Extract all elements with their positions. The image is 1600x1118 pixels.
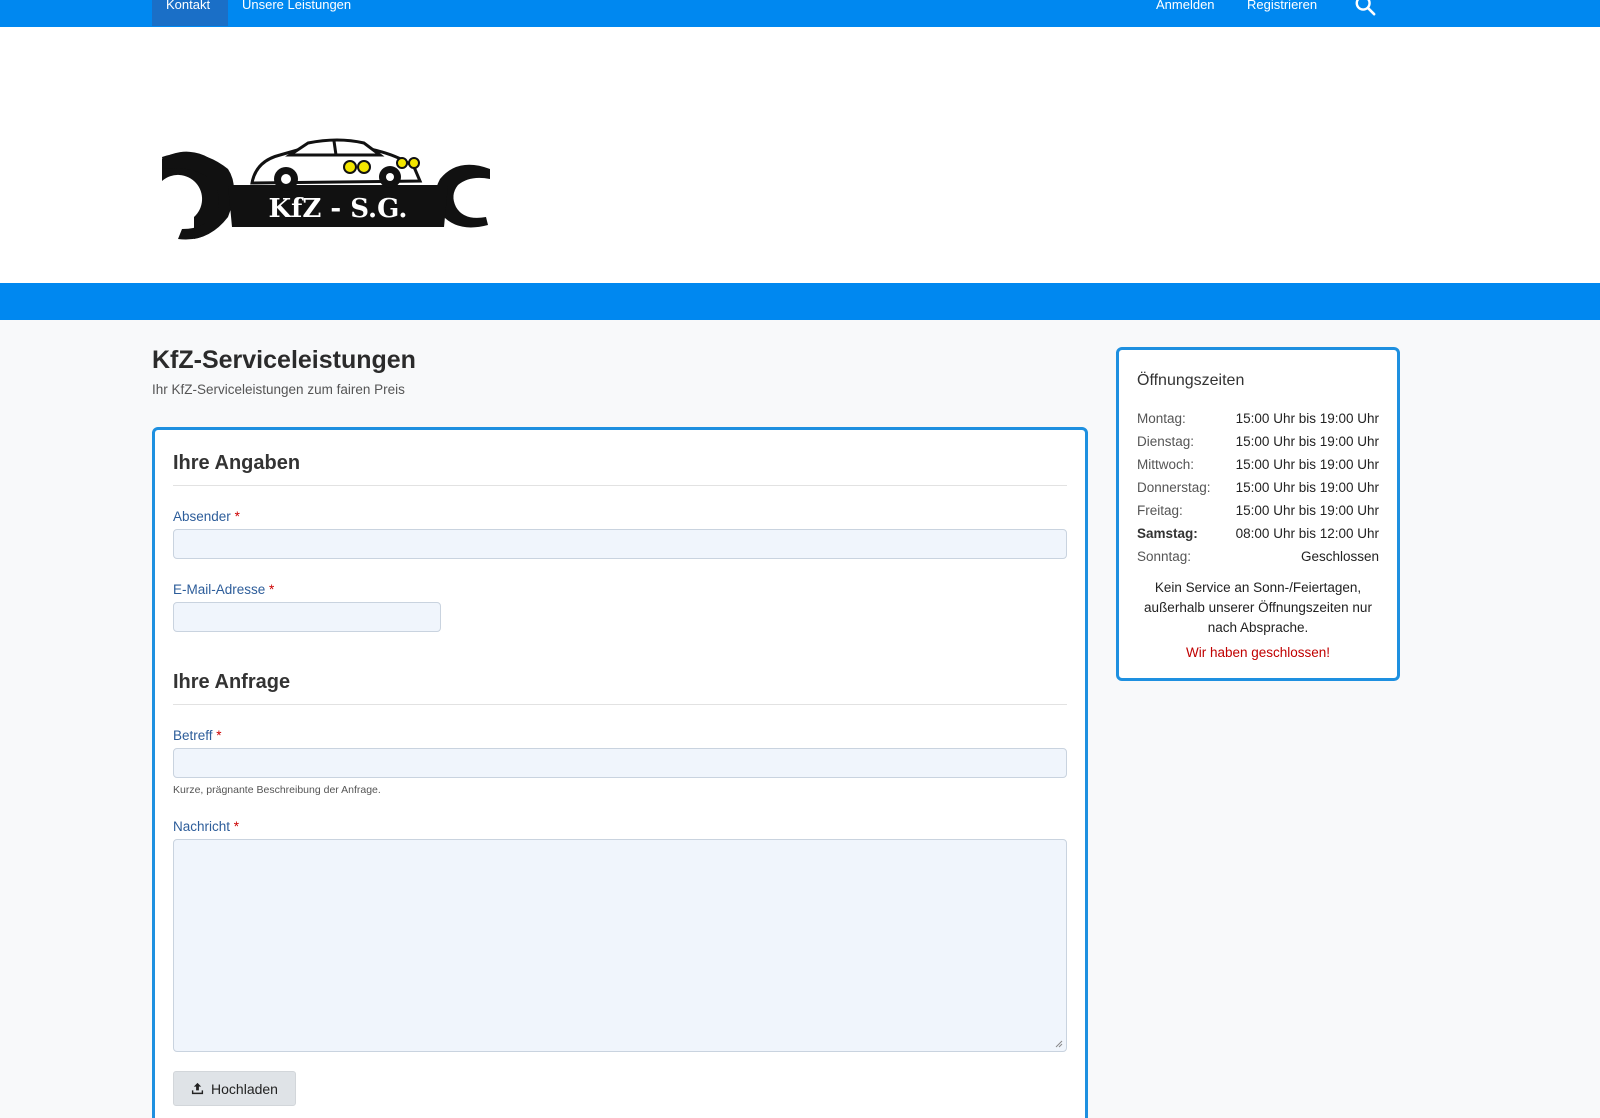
betreff-input[interactable]: [173, 748, 1067, 778]
resize-grip-icon[interactable]: [1055, 1040, 1063, 1048]
hours-day: Samstag:: [1137, 526, 1198, 541]
required-mark: *: [216, 728, 222, 743]
betreff-label: Betreff *: [173, 728, 222, 743]
nav-registrieren[interactable]: Registrieren: [1247, 0, 1317, 26]
hours-row-today: Samstag: 08:00 Uhr bis 12:00 Uhr: [1137, 526, 1379, 546]
required-mark: *: [269, 582, 275, 597]
search-icon[interactable]: [1354, 0, 1376, 16]
hours-row: Montag: 15:00 Uhr bis 19:00 Uhr: [1137, 411, 1379, 431]
section-title-anfrage: Ihre Anfrage: [173, 671, 291, 693]
hours-row: Freitag: 15:00 Uhr bis 19:00 Uhr: [1137, 503, 1379, 523]
hours-time: 15:00 Uhr bis 19:00 Uhr: [1235, 457, 1379, 472]
open-status-text: Wir haben geschlossen!: [1185, 645, 1331, 660]
hours-time: 15:00 Uhr bis 19:00 Uhr: [1235, 480, 1379, 495]
upload-icon: [191, 1082, 204, 1095]
kfz-sg-logo[interactable]: KfZ - S.G.: [158, 117, 494, 247]
email-label: E-Mail-Adresse *: [173, 582, 275, 597]
hours-time: 15:00 Uhr bis 19:00 Uhr: [1235, 434, 1379, 449]
hours-time: 15:00 Uhr bis 19:00 Uhr: [1235, 503, 1379, 518]
page-subtitle: Ihr KfZ-Serviceleistungen zum fairen Pre…: [152, 382, 405, 397]
hours-day: Dienstag:: [1137, 434, 1195, 449]
top-navbar: Kontakt Unsere Leistungen Anmelden Regis…: [0, 0, 1600, 27]
required-mark: *: [233, 819, 240, 834]
section-divider: [173, 704, 1067, 705]
header-blue-bar: [0, 283, 1600, 320]
contact-form-card: Ihre Angaben Absender * E-Mail-Adresse *…: [152, 427, 1088, 1118]
hours-day: Mittwoch:: [1137, 457, 1195, 472]
hours-row: Dienstag: 15:00 Uhr bis 19:00 Uhr: [1137, 434, 1379, 454]
hours-day: Donnerstag:: [1137, 480, 1211, 495]
section-title-angaben: Ihre Angaben: [173, 452, 301, 474]
hours-row: Sonntag: Geschlossen: [1137, 549, 1379, 569]
hours-row: Donnerstag: 15:00 Uhr bis 19:00 Uhr: [1137, 480, 1379, 500]
hours-day: Sonntag:: [1137, 549, 1192, 564]
absender-input[interactable]: [173, 529, 1067, 559]
hours-time: 08:00 Uhr bis 12:00 Uhr: [1235, 526, 1379, 541]
hours-time: 15:00 Uhr bis 19:00 Uhr: [1235, 411, 1379, 426]
upload-button[interactable]: Hochladen: [173, 1071, 296, 1106]
hours-day: Freitag:: [1137, 503, 1183, 518]
hours-note: Kein Service an Sonn-/Feiertagen, außerh…: [1144, 580, 1372, 635]
section-divider: [173, 485, 1067, 486]
nachricht-label: Nachricht *: [173, 819, 240, 834]
nachricht-textarea[interactable]: [173, 839, 1067, 1052]
hours-day: Montag:: [1137, 411, 1186, 426]
hours-time: Geschlossen: [1300, 549, 1379, 564]
upload-button-label: Hochladen: [211, 1080, 278, 1097]
page-title: KfZ-Serviceleistungen: [152, 346, 416, 374]
betreff-help-text: Kurze, prägnante Beschreibung der Anfrag…: [173, 784, 381, 796]
site-header: KfZ - S.G.: [0, 27, 1600, 283]
email-input[interactable]: [173, 602, 441, 632]
nav-unsere-leistungen[interactable]: Unsere Leistungen: [242, 0, 351, 26]
nav-anmelden[interactable]: Anmelden: [1156, 0, 1215, 26]
nav-kontakt[interactable]: Kontakt: [166, 0, 210, 26]
logo-text: KfZ - S.G.: [269, 194, 408, 224]
absender-label: Absender *: [173, 509, 240, 524]
hours-row: Mittwoch: 15:00 Uhr bis 19:00 Uhr: [1137, 457, 1379, 477]
opening-hours-card: Öffnungszeiten Montag: 15:00 Uhr bis 19:…: [1116, 347, 1400, 681]
required-mark: *: [234, 509, 240, 524]
opening-hours-title: Öffnungszeiten: [1137, 372, 1245, 389]
